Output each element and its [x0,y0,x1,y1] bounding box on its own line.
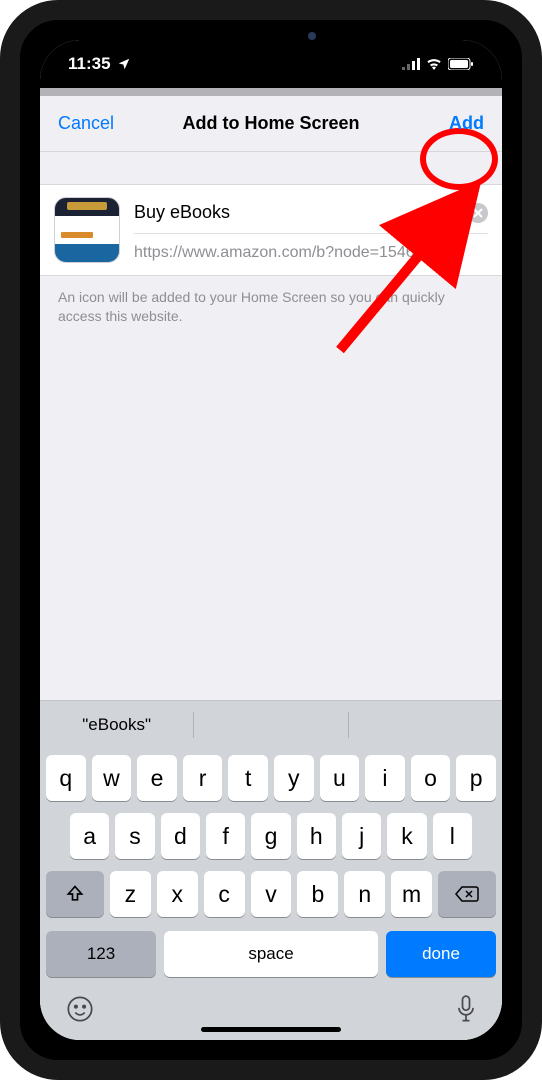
shift-icon [65,884,85,904]
key-j[interactable]: j [342,813,381,859]
key-q[interactable]: q [46,755,86,801]
key-l[interactable]: l [433,813,472,859]
key-i[interactable]: i [365,755,405,801]
key-n[interactable]: n [344,871,385,917]
home-indicator[interactable] [201,1027,341,1032]
key-y[interactable]: y [274,755,314,801]
key-w[interactable]: w [92,755,132,801]
status-time: 11:35 [68,54,111,74]
clear-text-button[interactable] [468,203,488,223]
key-b[interactable]: b [297,871,338,917]
key-m[interactable]: m [391,871,432,917]
emoji-key[interactable] [66,995,94,1026]
key-r[interactable]: r [183,755,223,801]
key-d[interactable]: d [161,813,200,859]
nav-bar: Cancel Add to Home Screen Add [40,96,502,152]
suggestion-3[interactable] [349,701,502,749]
screen: 11:35 Cancel Add to Hom [40,40,502,1040]
key-g[interactable]: g [251,813,290,859]
shift-key[interactable] [46,871,104,917]
key-row-2: a s d f g h j k l [46,813,496,859]
key-p[interactable]: p [456,755,496,801]
key-h[interactable]: h [297,813,336,859]
keyboard: "eBooks" q w e r t y u i [40,700,502,1040]
key-o[interactable]: o [411,755,451,801]
key-s[interactable]: s [115,813,154,859]
suggestion-bar: "eBooks" [40,701,502,749]
key-row-4: 123 space done [46,931,496,977]
suggestion-1[interactable]: "eBooks" [40,701,193,749]
numbers-key[interactable]: 123 [46,931,156,977]
key-row-1: q w e r t y u i o p [46,755,496,801]
background-dim [40,88,502,96]
add-to-home-sheet: Cancel Add to Home Screen Add https://ww… [40,96,502,1040]
wifi-icon [426,58,442,70]
bookmark-name-input[interactable] [134,202,460,223]
suggestion-2[interactable] [194,701,347,749]
fields: https://www.amazon.com/b?node=1546... [134,198,488,262]
key-t[interactable]: t [228,755,268,801]
key-u[interactable]: u [320,755,360,801]
key-a[interactable]: a [70,813,109,859]
location-icon [117,57,131,71]
bookmark-url: https://www.amazon.com/b?node=1546... [134,234,488,262]
notch [166,20,376,50]
key-v[interactable]: v [251,871,292,917]
site-thumbnail [54,197,120,263]
key-f[interactable]: f [206,813,245,859]
key-k[interactable]: k [387,813,426,859]
add-button[interactable]: Add [449,113,484,134]
bookmark-card: https://www.amazon.com/b?node=1546... [40,184,502,276]
key-x[interactable]: x [157,871,198,917]
key-row-3: z x c v b n m [46,871,496,917]
microphone-icon [456,995,476,1023]
close-icon [473,208,483,218]
dictation-key[interactable] [456,995,476,1026]
hint-text: An icon will be added to your Home Scree… [40,276,502,326]
phone-frame: 11:35 Cancel Add to Hom [0,0,542,1080]
done-key[interactable]: done [386,931,496,977]
backspace-key[interactable] [438,871,496,917]
emoji-icon [66,995,94,1023]
space-key[interactable]: space [164,931,378,977]
key-c[interactable]: c [204,871,245,917]
battery-icon [448,58,474,70]
cellular-icon [402,58,420,70]
key-e[interactable]: e [137,755,177,801]
backspace-icon [455,885,479,903]
cancel-button[interactable]: Cancel [58,113,114,134]
key-z[interactable]: z [110,871,151,917]
